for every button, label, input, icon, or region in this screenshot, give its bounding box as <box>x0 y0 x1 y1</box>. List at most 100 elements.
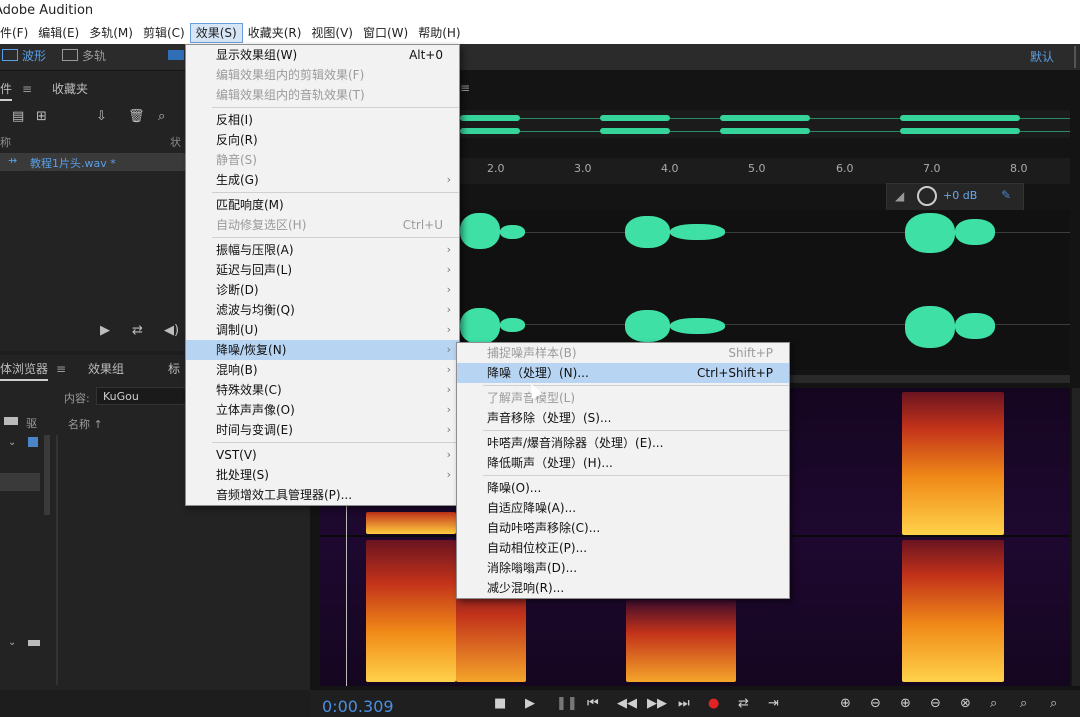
overview-wave-segment <box>600 128 670 134</box>
zoom-in-point-icon[interactable]: ⌕ <box>990 696 997 711</box>
menu-item-diagnostics[interactable]: 诊断(D) › <box>186 280 459 300</box>
fast-forward-icon[interactable]: ▶▶ <box>647 696 667 711</box>
tab-files[interactable]: 件 <box>0 79 13 101</box>
panel-splitter[interactable] <box>56 435 58 685</box>
tab-markers[interactable]: 标 <box>168 359 180 379</box>
loop-icon[interactable]: ⇄ <box>738 696 749 711</box>
name-col-header[interactable]: 名称 ↑ <box>68 416 103 432</box>
menu-edit[interactable]: 编辑(E) <box>33 23 84 43</box>
menu-item-hiss-reduction[interactable]: 降低嘶声（处理）(H)... <box>457 453 789 473</box>
menu-item-filter-eq[interactable]: 滤波与均衡(Q) › <box>186 300 459 320</box>
menu-item-dehummer[interactable]: 消除嗡嗡声(D)... <box>457 558 789 578</box>
menu-item-modulation[interactable]: 调制(U) › <box>186 320 459 340</box>
tab-effects-rack[interactable]: 效果组 <box>88 359 124 379</box>
menu-item-delay[interactable]: 延迟与回声(L) › <box>186 260 459 280</box>
tab-media-browser[interactable]: 体浏览器 <box>0 359 49 381</box>
menu-item-label: 反向(R) <box>216 133 258 147</box>
menu-clip[interactable]: 剪辑(C) <box>138 23 190 43</box>
col-status-header[interactable]: 状 <box>170 134 181 150</box>
menu-item-noise-reduction[interactable]: 降噪/恢复(N) › <box>186 340 459 360</box>
new-file-icon[interactable]: ⊞ <box>36 109 47 124</box>
spectral-region <box>626 600 736 682</box>
panel-menu-icon[interactable]: ≡ <box>56 359 66 379</box>
tool-icon[interactable] <box>168 50 184 60</box>
menu-window[interactable]: 窗口(W) <box>358 23 413 43</box>
zoom-out-time-icon[interactable]: ⊖ <box>930 696 941 711</box>
workspace-selector[interactable]: 默认 <box>1030 48 1054 65</box>
skip-forward-icon[interactable]: ⏭ <box>678 696 690 711</box>
import-icon[interactable]: ⇩ <box>96 109 107 124</box>
stop-icon[interactable]: ■ <box>494 696 506 711</box>
menu-item-invert[interactable]: 反相(I) <box>186 110 459 130</box>
menu-item-match-loudness[interactable]: 匹配响度(M) <box>186 195 459 215</box>
play-icon[interactable]: ▶ <box>525 696 535 711</box>
menu-item-special[interactable]: 特殊效果(C) › <box>186 380 459 400</box>
meter-icon: ◢ <box>895 189 905 203</box>
menu-item-generate[interactable]: 生成(G) › <box>186 170 459 190</box>
zoom-out-amplitude-icon[interactable]: ⊖ <box>870 696 881 711</box>
skip-selection-icon[interactable]: ⇥ <box>768 696 779 711</box>
open-file-icon[interactable]: ▤ <box>12 109 24 124</box>
menu-item-noise-reduction-process[interactable]: 降噪（处理）(N)... Ctrl+Shift+P <box>457 363 789 383</box>
menu-item-denoise[interactable]: 降噪(O)... <box>457 478 789 498</box>
chevron-down-icon[interactable]: ⌄ <box>8 437 16 448</box>
pause-icon[interactable]: ❚❚ <box>556 696 578 711</box>
menu-item-auto-phase-correction[interactable]: 自动相位校正(P)... <box>457 538 789 558</box>
menu-multitrack[interactable]: 多轨(M) <box>84 23 138 43</box>
menu-item-plugin-manager[interactable]: 音频增效工具管理器(P)... <box>186 485 459 505</box>
title-bar: Adobe Audition <box>0 0 1080 22</box>
menu-item-reverb[interactable]: 混响(B) › <box>186 360 459 380</box>
volume-knob-icon[interactable] <box>917 186 937 206</box>
editor-menu-icon[interactable]: ≡ <box>460 81 470 95</box>
menu-item-sound-remover[interactable]: 声音移除（处理）(S)... <box>457 408 789 428</box>
pin-icon[interactable]: ✎ <box>1001 188 1011 202</box>
menu-item-reverse[interactable]: 反向(R) <box>186 130 459 150</box>
menu-item-declicker[interactable]: 咔嗒声/爆音消除器（处理）(E)... <box>457 433 789 453</box>
current-time[interactable]: 0:00.309 <box>322 697 394 716</box>
col-name-header[interactable]: 称 <box>0 134 11 150</box>
menu-help[interactable]: 帮助(H) <box>413 23 465 43</box>
menu-item-show-effects-rack[interactable]: 显示效果组(W) Alt+0 <box>186 45 459 65</box>
zoom-full-icon[interactable]: ⊗ <box>960 696 971 711</box>
waveform-view-button[interactable]: 波形 <box>2 48 46 65</box>
multitrack-view-button[interactable]: 多轨 <box>62 48 106 65</box>
menu-item-auto-click-remover[interactable]: 自动咔嗒声移除(C)... <box>457 518 789 538</box>
zoom-selection-icon[interactable]: ⌕ <box>1050 696 1057 711</box>
record-icon[interactable]: ● <box>708 696 719 711</box>
zoom-in-amplitude-icon[interactable]: ⊕ <box>840 696 851 711</box>
loop-icon[interactable]: ⇄ <box>132 323 143 338</box>
menu-effects[interactable]: 效果(S) <box>189 23 243 43</box>
menu-view[interactable]: 视图(V) <box>306 23 358 43</box>
menu-item-adaptive-noise-reduction[interactable]: 自适应降噪(A)... <box>457 498 789 518</box>
level-hud[interactable]: ◢ +0 dB ✎ <box>886 183 1024 211</box>
tree-scrollbar[interactable] <box>44 435 50 515</box>
chevron-down-icon[interactable]: ⌄ <box>8 637 16 648</box>
menu-item-batch[interactable]: 批处理(S) › <box>186 465 459 485</box>
overview-wave-segment <box>720 115 810 121</box>
panel-menu-icon[interactable]: ≡ <box>22 79 32 99</box>
selected-folder-row[interactable] <box>0 473 40 491</box>
menu-item-amplitude[interactable]: 振幅与压限(A) › <box>186 240 459 260</box>
waveform-view-label: 波形 <box>22 49 47 63</box>
menu-item-label: 特殊效果(C) <box>216 383 282 397</box>
menu-item-time-pitch[interactable]: 时间与变调(E) › <box>186 420 459 440</box>
volume-icon[interactable]: ◀) <box>164 323 179 338</box>
zoom-in-time-icon[interactable]: ⊕ <box>900 696 911 711</box>
menu-item-vst[interactable]: VST(V) › <box>186 445 459 465</box>
tab-favorites[interactable]: 收藏夹 <box>52 79 88 99</box>
submenu-arrow-icon: › <box>446 263 451 276</box>
menu-item-edit-track-effects: 编辑效果组内的音轨效果(T) <box>186 85 459 105</box>
submenu-arrow-icon: › <box>446 468 451 481</box>
menu-separator <box>212 192 459 193</box>
skip-back-icon[interactable]: ⏮ <box>587 696 599 711</box>
rewind-icon[interactable]: ◀◀ <box>617 696 637 711</box>
zoom-out-point-icon[interactable]: ⌕ <box>1020 696 1027 711</box>
menu-favorites[interactable]: 收藏夹(R) <box>243 23 307 43</box>
menu-file[interactable]: 件(F) <box>0 23 33 43</box>
volume-readout[interactable]: +0 dB <box>943 189 977 202</box>
search-icon[interactable]: ⌕ <box>158 109 165 124</box>
delete-icon[interactable]: 🗑 <box>128 109 145 124</box>
play-icon[interactable]: ▶ <box>100 323 110 338</box>
menu-item-stereo[interactable]: 立体声声像(O) › <box>186 400 459 420</box>
menu-item-dereverb[interactable]: 减少混响(R)... <box>457 578 789 598</box>
